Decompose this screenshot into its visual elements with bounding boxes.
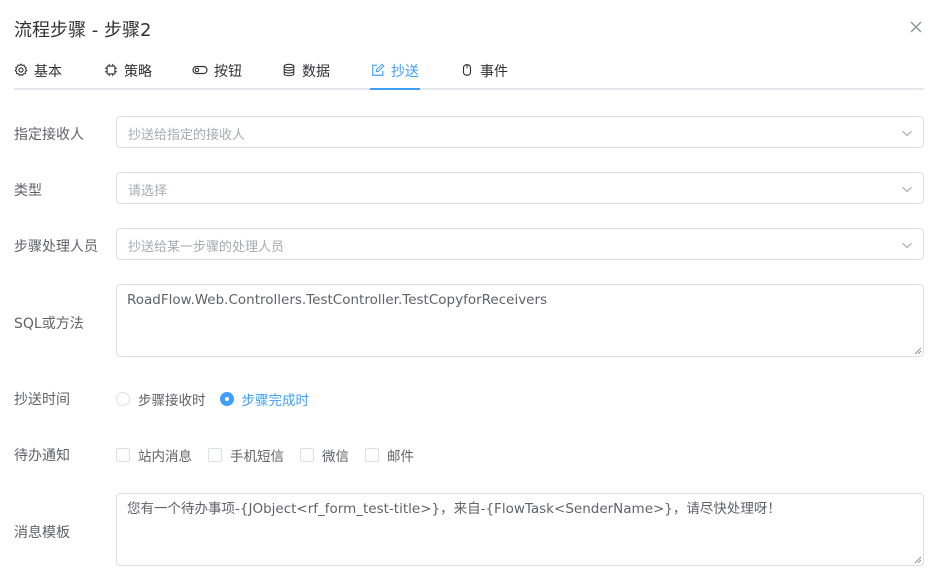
receiver-select[interactable]: 抄送给指定的接收人	[116, 116, 924, 148]
dialog-title: 流程步骤 - 步骤2	[14, 20, 152, 41]
checkbox-label: 站内消息	[138, 449, 192, 465]
radio-circle	[116, 392, 130, 406]
tab-bar: 基本 策略 按钮 数据 抄送 事件	[14, 56, 924, 90]
step-handler-placeholder: 抄送给某一步骤的处理人员	[128, 240, 285, 255]
checkbox-sms[interactable]: 手机短信	[208, 445, 284, 465]
tab-label: 事件	[480, 64, 508, 80]
tab-events[interactable]: 事件	[460, 56, 508, 90]
checkbox-box	[208, 448, 222, 462]
tab-label: 按钮	[214, 64, 242, 80]
resize-handle-icon[interactable]	[913, 346, 922, 355]
sql-label: SQL或方法	[14, 316, 84, 332]
message-template-label: 消息模板	[14, 525, 70, 541]
message-template-textarea[interactable]: 您有一个待办事项-{JObject<rf_form_test-title>}，来…	[116, 493, 924, 566]
receiver-label: 指定接收人	[14, 127, 84, 143]
copy-time-label: 抄送时间	[14, 392, 70, 408]
tab-label: 抄送	[391, 64, 419, 80]
checkbox-email[interactable]: 邮件	[365, 445, 414, 465]
checkbox-label: 邮件	[387, 449, 414, 465]
active-tab-indicator	[370, 88, 420, 90]
type-label: 类型	[14, 183, 42, 199]
checkbox-site-message[interactable]: 站内消息	[116, 445, 192, 465]
radio-step-completed[interactable]: 步骤完成时	[219, 389, 310, 409]
radio-circle	[219, 392, 234, 406]
copy-time-radio-group: 步骤接收时 步骤完成时	[116, 389, 323, 409]
radio-label: 步骤完成时	[241, 393, 310, 409]
todo-notice-checkbox-group: 站内消息 手机短信 微信 邮件	[116, 445, 430, 465]
resize-handle-icon[interactable]	[913, 555, 922, 564]
radio-step-received[interactable]: 步骤接收时	[116, 389, 206, 409]
receiver-placeholder: 抄送给指定的接收人	[128, 128, 246, 143]
sql-value: RoadFlow.Web.Controllers.TestController.…	[127, 292, 548, 308]
database-icon	[283, 63, 295, 77]
checkbox-box	[300, 448, 314, 462]
toggle-icon	[192, 65, 208, 75]
checkbox-label: 微信	[322, 449, 349, 465]
checkbox-label: 手机短信	[230, 449, 284, 465]
close-icon	[910, 21, 922, 33]
chevron-down-icon	[902, 186, 912, 193]
mouse-icon	[462, 64, 472, 76]
checkbox-box	[365, 448, 379, 462]
todo-notice-label: 待办通知	[14, 448, 70, 464]
chevron-down-icon	[902, 242, 912, 249]
close-button[interactable]	[906, 17, 926, 37]
tab-strategy[interactable]: 策略	[104, 56, 152, 90]
type-select[interactable]: 请选择	[116, 172, 924, 204]
checkbox-wechat[interactable]: 微信	[300, 445, 349, 465]
tab-basic[interactable]: 基本	[14, 56, 62, 90]
step-handler-label: 步骤处理人员	[14, 239, 98, 255]
step-handler-select[interactable]: 抄送给某一步骤的处理人员	[116, 228, 924, 260]
tab-label: 数据	[302, 64, 330, 80]
chevron-down-icon	[902, 130, 912, 137]
message-template-value: 您有一个待办事项-{JObject<rf_form_test-title>}，来…	[127, 501, 781, 517]
radio-label: 步骤接收时	[138, 393, 206, 409]
tab-data[interactable]: 数据	[282, 56, 330, 90]
tab-buttons[interactable]: 按钮	[192, 56, 242, 90]
checkbox-box	[116, 448, 130, 462]
tab-label: 策略	[124, 64, 152, 80]
tab-copy[interactable]: 抄送	[371, 56, 419, 90]
type-placeholder: 请选择	[128, 184, 168, 199]
chip-icon	[104, 63, 118, 77]
gear-icon	[14, 63, 28, 77]
sql-textarea[interactable]: RoadFlow.Web.Controllers.TestController.…	[116, 284, 924, 357]
edit-icon	[372, 63, 385, 76]
tab-label: 基本	[34, 64, 62, 80]
